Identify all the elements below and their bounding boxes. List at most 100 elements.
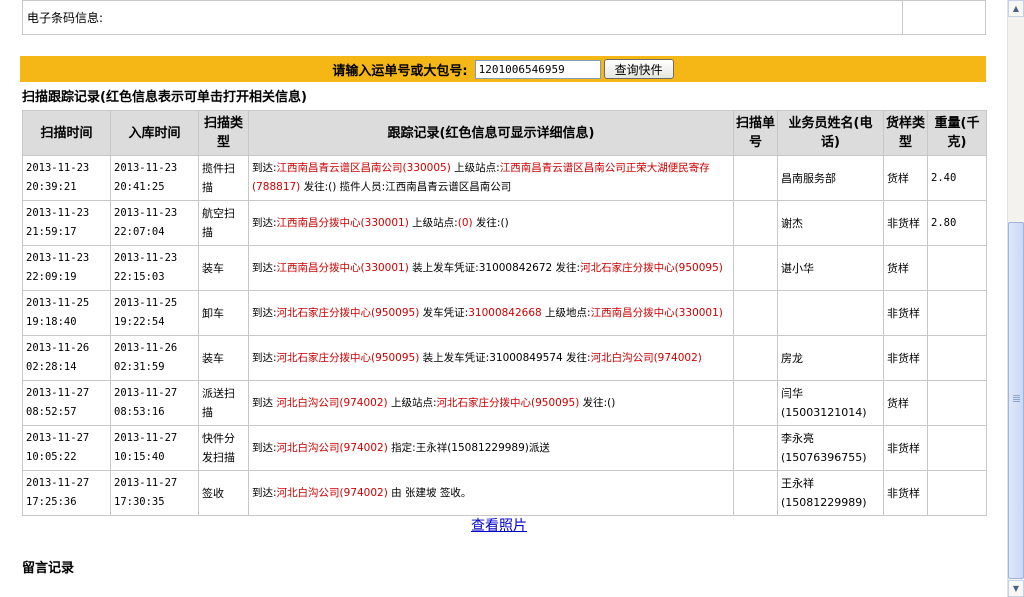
query-button[interactable]: 查询快件 bbox=[603, 59, 674, 79]
in-date: 2013-11-27 bbox=[114, 477, 178, 489]
in-date: 2013-11-27 bbox=[114, 432, 178, 444]
tracking-title: 扫描跟踪记录(红色信息表示可单击打开相关信息) bbox=[22, 90, 307, 105]
weight-cell: 2.40 bbox=[927, 155, 987, 201]
table-row: 2013-11-25 19:18:40 2013-11-25 19:22:54 卸车 到达… bbox=[22, 290, 987, 336]
scan-time-cell: 2013-11-27 10:05:22 bbox=[22, 425, 111, 471]
record-detail-link[interactable]: 河北白沟公司(974002) bbox=[276, 397, 387, 409]
scan-time-cell: 2013-11-23 20:39:21 bbox=[22, 155, 111, 201]
waybill-input[interactable] bbox=[474, 59, 601, 79]
record-detail-link[interactable]: 31000842668 bbox=[468, 307, 542, 319]
barcode-info-label: 电子条码信息: bbox=[22, 0, 903, 35]
vertical-scrollbar[interactable]: ▲ ▼ bbox=[1007, 0, 1024, 597]
record-detail-link[interactable]: 河北石家庄分拨中心(950095) bbox=[437, 397, 580, 409]
header-scan-time: 扫描时间 bbox=[22, 110, 111, 156]
in-date: 2013-11-23 bbox=[114, 207, 178, 219]
sample-type-cell: 非货样 bbox=[883, 425, 928, 471]
table-row: 2013-11-27 17:25:36 2013-11-27 17:30:35 签收 到达… bbox=[22, 470, 987, 516]
tracking-rows: 2013-11-23 20:39:21 2013-11-23 20:41:25 揽件扫描… bbox=[22, 155, 987, 516]
scan-time-cell: 2013-11-25 19:18:40 bbox=[22, 290, 111, 336]
scan-date: 2013-11-27 bbox=[26, 387, 90, 399]
record-cell: 到达:江西南昌分拨中心(330001) 装上发车凭证:31000842672 发… bbox=[248, 245, 734, 291]
record-detail-link[interactable]: 江西南昌青云谱区昌南公司(330005) bbox=[277, 162, 451, 174]
scan-date: 2013-11-27 bbox=[26, 432, 90, 444]
sample-type-cell: 非货样 bbox=[883, 200, 928, 246]
scan-time-cell: 2013-11-23 21:59:17 bbox=[22, 200, 111, 246]
in-time-cell: 2013-11-27 08:53:16 bbox=[110, 380, 199, 426]
tracking-header-row: 扫描时间 入库时间 扫描类型 跟踪记录(红色信息可显示详细信息) 扫描单号 业务… bbox=[22, 110, 987, 156]
scan-type-cell: 装车 bbox=[198, 245, 249, 291]
header-staff: 业务员姓名(电话) bbox=[777, 110, 884, 156]
in-clock: 02:31:59 bbox=[114, 361, 165, 373]
record-detail-link[interactable]: 河北石家庄分拨中心(950095) bbox=[580, 262, 723, 274]
staff-cell: 房龙 bbox=[777, 335, 884, 381]
weight-cell bbox=[927, 290, 987, 336]
query-bar: 请输入运单号或大包号: 查询快件 bbox=[20, 56, 986, 82]
weight-cell bbox=[927, 425, 987, 471]
scan-type-cell: 航空扫描 bbox=[198, 200, 249, 246]
table-row: 2013-11-27 10:05:22 2013-11-27 10:15:40 快件分发… bbox=[22, 425, 987, 471]
record-detail-link[interactable]: 河北白沟公司(974002) bbox=[277, 442, 388, 454]
scrollbar-thumb[interactable] bbox=[1008, 222, 1024, 579]
tracking-table: 扫描时间 入库时间 扫描类型 跟踪记录(红色信息可显示详细信息) 扫描单号 业务… bbox=[22, 110, 987, 516]
scan-type-cell: 卸车 bbox=[198, 290, 249, 336]
in-time-cell: 2013-11-27 10:15:40 bbox=[110, 425, 199, 471]
in-date: 2013-11-23 bbox=[114, 252, 178, 264]
scan-time-cell: 2013-11-26 02:28:14 bbox=[22, 335, 111, 381]
scan-no-cell bbox=[733, 470, 778, 516]
scroll-down-arrow-icon[interactable]: ▼ bbox=[1008, 580, 1024, 597]
record-text: 到达: bbox=[252, 216, 277, 229]
record-detail-link[interactable]: 江西南昌分拨中心(330001) bbox=[277, 217, 409, 229]
record-detail-link[interactable]: 江西南昌分拨中心(330001) bbox=[591, 307, 723, 319]
staff-cell: 昌南服务部 bbox=[777, 155, 884, 201]
scan-clock: 19:18:40 bbox=[26, 316, 77, 328]
scan-time-cell: 2013-11-27 17:25:36 bbox=[22, 470, 111, 516]
scan-clock: 17:25:36 bbox=[26, 496, 77, 508]
scan-no-cell bbox=[733, 155, 778, 201]
record-detail-link[interactable]: 河北石家庄分拨中心(950095) bbox=[277, 352, 420, 364]
in-clock: 17:30:35 bbox=[114, 496, 165, 508]
barcode-info-table: 电子条码信息: bbox=[22, 0, 986, 35]
record-cell: 到达:河北白沟公司(974002) 由 张建坡 签收。 bbox=[248, 470, 734, 516]
table-row: 2013-11-23 20:39:21 2013-11-23 20:41:25 揽件扫描… bbox=[22, 155, 987, 201]
record-text: 到达: bbox=[252, 486, 277, 499]
scan-clock: 10:05:22 bbox=[26, 451, 77, 463]
scan-no-cell bbox=[733, 425, 778, 471]
record-text: 装上发车凭证:31000849574 发往: bbox=[419, 351, 591, 364]
record-detail-link[interactable]: (0) bbox=[458, 217, 473, 229]
view-photo-link[interactable]: 查看照片 bbox=[471, 515, 527, 535]
table-row: 2013-11-26 02:28:14 2013-11-26 02:31:59 装车 到达… bbox=[22, 335, 987, 381]
record-text: 发往:() 揽件人员:江西南昌青云谱区昌南公司 bbox=[300, 181, 512, 193]
in-time-cell: 2013-11-27 17:30:35 bbox=[110, 470, 199, 516]
sample-type-cell: 货样 bbox=[883, 155, 928, 201]
record-cell: 到达:河北白沟公司(974002) 指定:王永祥(15081229989)派送 bbox=[248, 425, 734, 471]
staff-cell bbox=[777, 290, 884, 336]
record-text: 上级站点: bbox=[450, 162, 500, 174]
record-detail-link[interactable]: 河北石家庄分拨中心(950095) bbox=[277, 307, 420, 319]
scan-clock: 02:28:14 bbox=[26, 361, 77, 373]
record-detail-link[interactable]: 河北白沟公司(974002) bbox=[591, 352, 702, 364]
in-date: 2013-11-25 bbox=[114, 297, 178, 309]
scan-date: 2013-11-23 bbox=[26, 162, 90, 174]
record-detail-link[interactable]: 河北白沟公司(974002) bbox=[277, 487, 388, 499]
scan-type-cell: 派送扫描 bbox=[198, 380, 249, 426]
weight-cell bbox=[927, 245, 987, 291]
in-date: 2013-11-27 bbox=[114, 387, 178, 399]
record-text: 到达: bbox=[252, 162, 277, 174]
record-text: 发往:() bbox=[472, 216, 509, 229]
in-time-cell: 2013-11-25 19:22:54 bbox=[110, 290, 199, 336]
sample-type-cell: 非货样 bbox=[883, 470, 928, 516]
scan-clock: 22:09:19 bbox=[26, 271, 77, 283]
scan-time-cell: 2013-11-27 08:52:57 bbox=[22, 380, 111, 426]
page-content: 电子条码信息: 请输入运单号或大包号: 查询快件 扫描跟踪记录(红色信息表示可单… bbox=[0, 0, 1007, 597]
scroll-up-arrow-icon[interactable]: ▲ bbox=[1008, 0, 1024, 17]
sample-type-cell: 货样 bbox=[883, 380, 928, 426]
scan-date: 2013-11-25 bbox=[26, 297, 90, 309]
record-detail-link[interactable]: 江西南昌分拨中心(330001) bbox=[277, 262, 409, 274]
sample-type-cell: 货样 bbox=[883, 245, 928, 291]
scan-date: 2013-11-23 bbox=[26, 252, 90, 264]
in-time-cell: 2013-11-23 20:41:25 bbox=[110, 155, 199, 201]
record-text: 到达: bbox=[252, 441, 277, 454]
record-cell: 到达:江西南昌青云谱区昌南公司(330005) 上级站点:江西南昌青云谱区昌南公… bbox=[248, 155, 734, 201]
scan-type-cell: 揽件扫描 bbox=[198, 155, 249, 201]
sample-type-cell: 非货样 bbox=[883, 335, 928, 381]
